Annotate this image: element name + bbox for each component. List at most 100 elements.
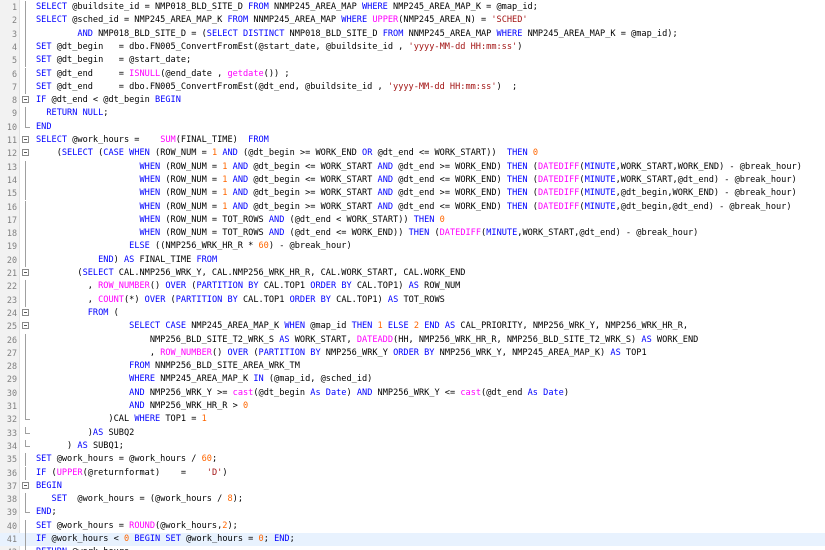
code-text: ) AS SUBQ1; [36, 440, 124, 453]
code-line[interactable]: 41 IF @work_hours < 0 BEGIN SET @work_hou… [0, 533, 825, 547]
code-line[interactable]: 17 WHEN (ROW_NUM = TOT_ROWS AND (@dt_end… [0, 213, 825, 228]
code-line[interactable]: 23 , COUNT(*) OVER (PARTITION BY CAL.TOP… [0, 293, 825, 307]
code-line[interactable]: 20 END) AS FINAL_TIME FROM [0, 253, 825, 267]
fold-toggle-icon[interactable] [22, 94, 31, 107]
code-line[interactable]: 38 SET @work_hours = (@work_hours / 8); [0, 493, 825, 507]
code-token: ) [222, 467, 228, 478]
code-line[interactable]: 32 )CAL WHERE TOP1 = 1 [0, 413, 825, 426]
code-line[interactable]: 14 WHEN (ROW_NUM = 1 AND @dt_begin <= WO… [0, 173, 825, 188]
fold-guide-line [22, 67, 31, 81]
code-line[interactable]: 12 (SELECT (CASE WHEN (ROW_NUM = 1 AND (… [0, 147, 825, 160]
line-number: 8 [11, 95, 17, 106]
code-line[interactable]: 25 SELECT CASE NMP245_AREA_MAP_K WHEN @m… [0, 320, 825, 333]
code-token: (ROW_NUM = [160, 161, 223, 172]
code-line[interactable]: 39 END; [0, 506, 825, 519]
code-line[interactable]: 6 SET @dt_end = ISNULL(@end_date , getdat… [0, 67, 825, 81]
code-line[interactable]: 13 WHEN (ROW_NUM = 1 AND @dt_begin <= WO… [0, 160, 825, 174]
code-token: ( [36, 268, 83, 278]
code-line[interactable]: 37 BEGIN [0, 480, 825, 493]
code-token: (*) [123, 294, 145, 305]
fold-toggle-icon[interactable] [22, 147, 31, 160]
code-text: WHERE NMP245_AREA_MAP_K IN (@map_id, @sc… [36, 373, 372, 386]
code-line[interactable]: 40 SET @work_hours = ROUND(@work_hours,2)… [0, 519, 825, 533]
code-token: TOP1 [620, 347, 647, 358]
code-line[interactable]: 4 SET @dt_begin = dbo.FN005_ConvertFromEs… [0, 40, 825, 55]
code-token: (FINAL_TIME) [175, 135, 249, 145]
code-token: WHEN [139, 201, 161, 212]
code-token: 0 [242, 401, 249, 411]
code-token: AS [610, 347, 621, 358]
code-line[interactable]: 19 ELSE ((NMP256_WRK_HR_R * 60) - @break… [0, 240, 825, 254]
code-token: ( [527, 201, 538, 212]
code-line[interactable]: 29 WHERE NMP245_AREA_MAP_K IN (@map_id, … [0, 373, 825, 387]
code-line[interactable]: 34 ) AS SUBQ1; [0, 439, 825, 453]
code-text: WHEN (ROW_NUM = 1 AND @dt_begin >= WORK_… [36, 187, 796, 200]
code-token: FROM [129, 361, 150, 372]
code-line[interactable]: 2 SELECT @sched_id = NMP245_AREA_MAP_K FR… [0, 14, 825, 28]
code-line[interactable]: 35 SET @work_hours = @work_hours / 60; [0, 453, 825, 467]
code-line[interactable]: 15 WHEN (ROW_NUM = 1 AND @dt_begin >= WO… [0, 187, 825, 201]
code-token: (HH, NMP256_WRK_HR_R, NMP256_BLD_SITE_T2… [393, 334, 642, 345]
code-token: @dt_end >= WORK_END) [393, 161, 507, 172]
fold-guide-line [22, 253, 31, 267]
code-line[interactable]: 7 SET @dt_end = dbo.FN005_ConvertFromEst(… [0, 80, 825, 95]
fold-toggle-icon[interactable] [22, 307, 31, 320]
code-line[interactable]: 8 IF @dt_end < @dt_begin BEGIN [0, 94, 825, 107]
code-token: @work_hours = (@work_hours / [67, 494, 228, 505]
code-token: @work_hours = [51, 520, 130, 531]
code-token: ( [165, 294, 176, 305]
code-token: 60 [258, 241, 269, 252]
code-token: ORDER BY [289, 294, 331, 305]
code-line[interactable]: 21 (SELECT CAL.NMP256_WRK_Y, CAL.NMP256_… [0, 267, 825, 280]
code-token: @dt_end <= WORK_END) [393, 201, 507, 212]
code-token: AND [377, 188, 394, 199]
code-token: THEN [506, 161, 528, 172]
code-line[interactable]: 5 SET @dt_begin = @start_date; [0, 54, 825, 68]
code-token: @dt_end >= WORK_END) [393, 188, 507, 199]
code-editor[interactable]: 1 SELECT @buildsite_id = NMP018_BLD_SITE_… [0, 0, 825, 550]
code-line[interactable]: 26 NMP256_BLD_SITE_T2_WRK_S AS WORK_STAR… [0, 333, 825, 347]
fold-toggle-icon[interactable] [22, 320, 31, 333]
code-line[interactable]: 1 SELECT @buildsite_id = NMP018_BLD_SITE_… [0, 1, 825, 15]
line-number: 18 [6, 228, 17, 239]
code-line[interactable]: 16 WHEN (ROW_NUM = 1 AND @dt_begin >= WO… [0, 200, 825, 214]
code-token: ISNULL [129, 68, 161, 79]
line-number: 20 [6, 254, 17, 265]
code-token: (@dt_end [481, 387, 528, 398]
code-token: WHEN [139, 228, 161, 239]
code-line[interactable]: 30 AND NMP256_WRK_Y >= cast(@dt_begin As… [0, 386, 825, 400]
code-line[interactable]: 3 AND NMP018_BLD_SITE_D = (SELECT DISTIN… [0, 27, 825, 41]
code-line[interactable]: 10 END [0, 120, 825, 134]
code-token: UPPER [372, 15, 399, 26]
code-line[interactable]: 22 , ROW_NUMBER() OVER (PARTITION BY CAL… [0, 280, 825, 294]
code-line[interactable]: 11 SELECT @work_hours = SUM(FINAL_TIME) F… [0, 134, 825, 147]
code-token: MINUTE [584, 161, 616, 172]
code-token: TOT_ROWS [398, 294, 445, 305]
fold-toggle-icon[interactable] [22, 134, 31, 147]
code-token: NMP018_BLD_SITE_D = ( [92, 28, 207, 39]
code-line[interactable]: 31 AND NMP256_WRK_HR_R > 0 [0, 400, 825, 414]
fold-guide-line [22, 346, 31, 361]
code-line[interactable]: 18 WHEN (ROW_NUM = TOT_ROWS AND (@dt_end… [0, 227, 825, 241]
code-line[interactable]: 27 , ROW_NUMBER() OVER (PARTITION BY NMP… [0, 346, 825, 361]
code-line[interactable]: 42 RETURN @work_hours [0, 546, 825, 550]
code-line[interactable]: 33 )AS SUBQ2 [0, 426, 825, 440]
line-number: 26 [6, 334, 17, 345]
fold-toggle-icon[interactable] [22, 480, 31, 493]
fold-toggle-icon[interactable] [22, 267, 31, 280]
code-token: AND [232, 161, 249, 172]
code-line[interactable]: 28 FROM NNMP256_BLD_SITE_AREA_WRK_TM [0, 360, 825, 374]
code-line[interactable]: 36 IF (UPPER(@returnformat) = 'D') [0, 466, 825, 480]
line-number: 40 [6, 520, 17, 531]
code-token: SET [36, 55, 52, 66]
code-text: IF @dt_end < @dt_begin BEGIN [36, 94, 181, 107]
code-line[interactable]: 24 FROM ( [0, 307, 825, 320]
line-number: 9 [11, 108, 17, 119]
line-number: 17 [6, 214, 17, 225]
code-line[interactable]: 9 RETURN NULL; [0, 107, 825, 121]
code-token: AS [279, 334, 290, 345]
